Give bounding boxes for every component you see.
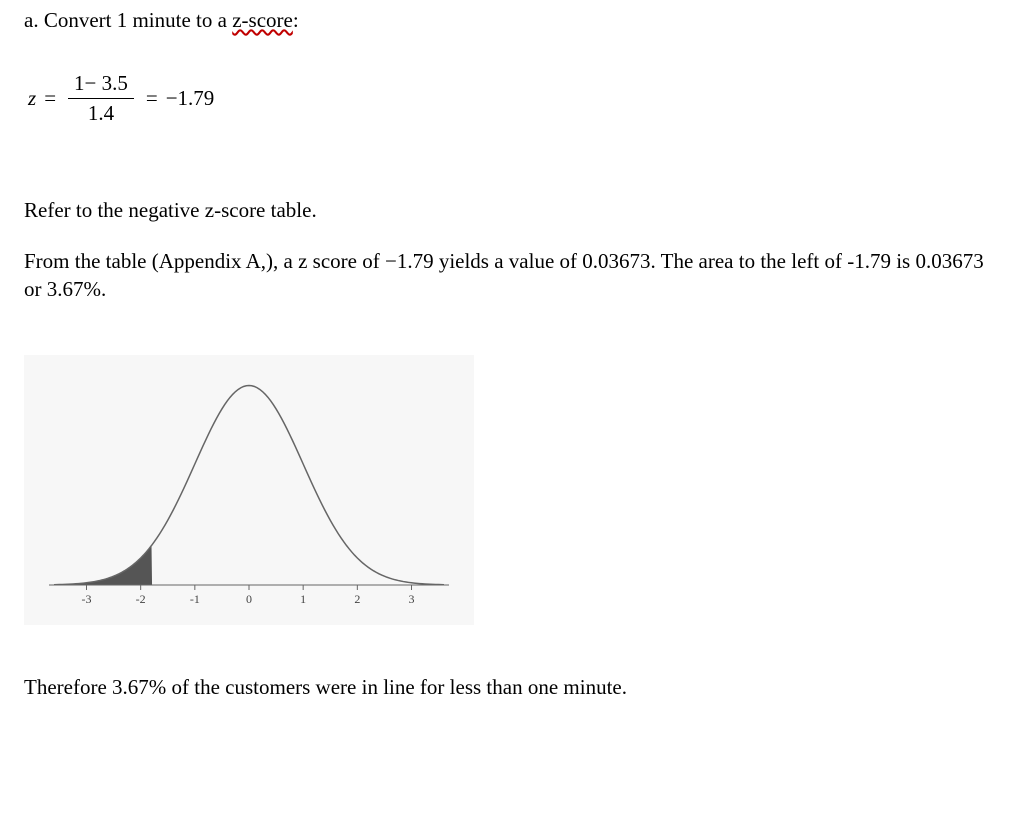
x-tick-label: 3 — [409, 592, 415, 606]
eq-result: −1.79 — [166, 86, 215, 111]
heading-zscore: z-score — [232, 8, 293, 32]
chart-svg: -3 -2 -1 0 1 2 3 — [24, 355, 474, 625]
x-tick-label: 1 — [300, 592, 306, 606]
x-tick-label: -2 — [136, 592, 146, 606]
eq-fraction: 1− 3.5 1.4 — [68, 71, 134, 126]
heading-suffix: : — [293, 8, 299, 32]
paragraph-refer: Refer to the negative z-score table. — [24, 196, 1000, 224]
curve-line — [54, 386, 444, 585]
zscore-equation: z = 1− 3.5 1.4 = −1.79 — [28, 71, 1000, 126]
paragraph-table: From the table (Appendix A,), a z score … — [24, 247, 1000, 304]
normal-distribution-chart: -3 -2 -1 0 1 2 3 — [24, 355, 474, 625]
eq-denominator: 1.4 — [82, 99, 120, 126]
x-tick-label: 2 — [354, 592, 360, 606]
eq-z: z — [28, 86, 36, 111]
eq-numerator: 1− 3.5 — [68, 71, 134, 99]
x-tick-label: 0 — [246, 592, 252, 606]
conclusion-text: Therefore 3.67% of the customers were in… — [24, 675, 1000, 700]
x-tick-label: -1 — [190, 592, 200, 606]
heading-prefix: a. Convert 1 minute to a — [24, 8, 232, 32]
eq-equals2: = — [146, 86, 158, 111]
x-tick-label: -3 — [82, 592, 92, 606]
question-heading: a. Convert 1 minute to a z-score: — [24, 8, 1000, 33]
eq-equals1: = — [44, 86, 56, 111]
